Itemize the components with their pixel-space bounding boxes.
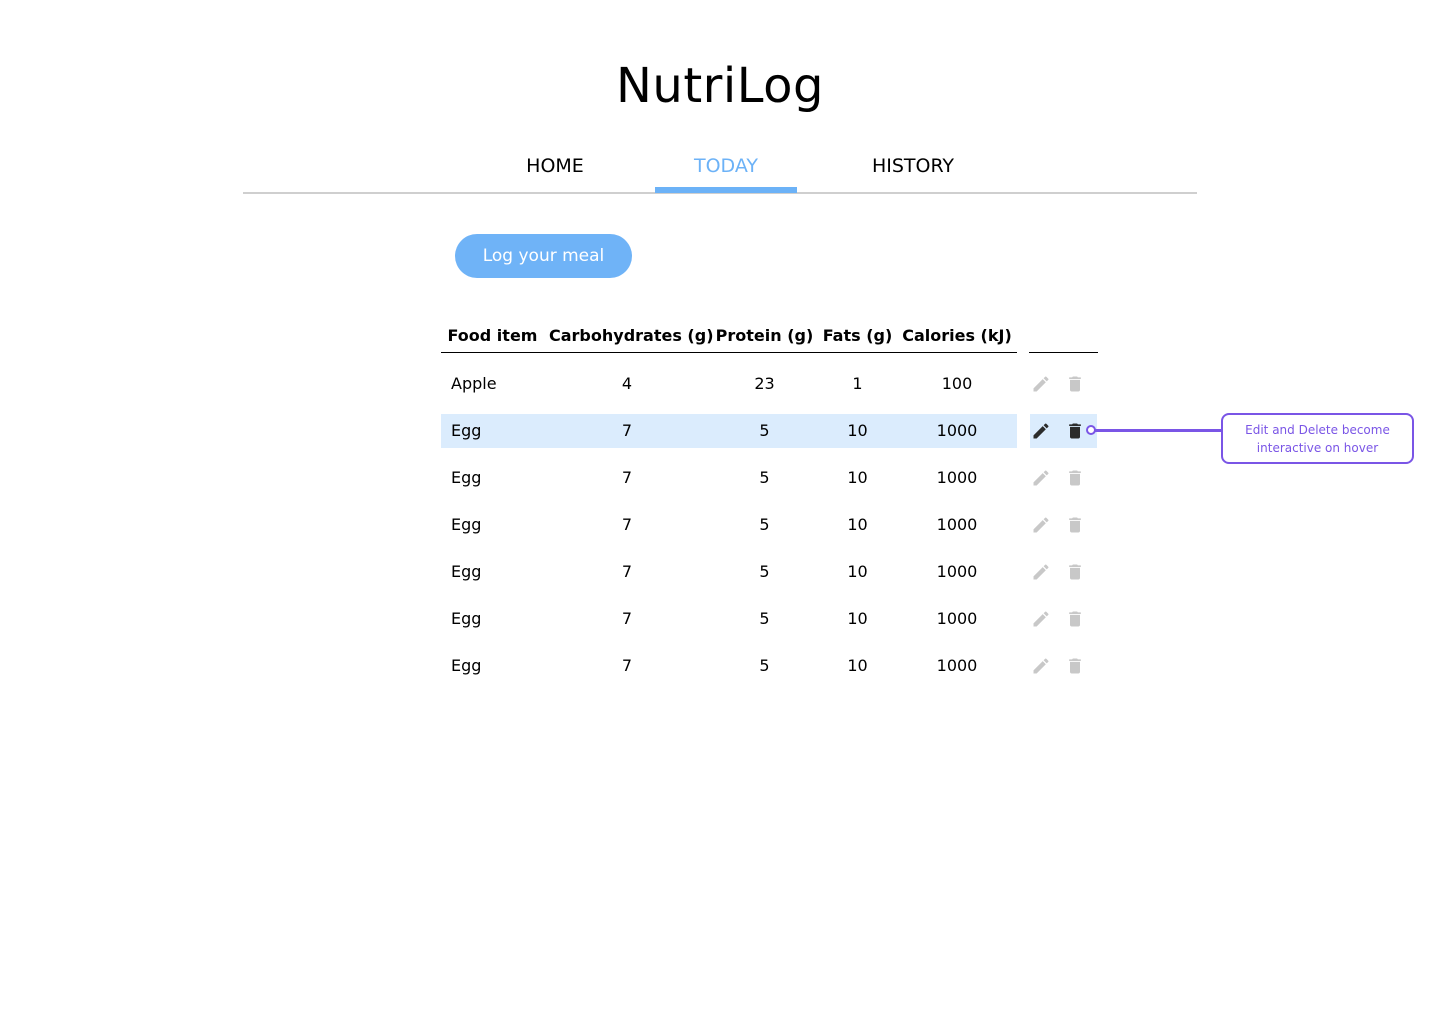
- annotation-anchor: [1086, 425, 1096, 435]
- column-header-carbohydrates: Carbohydrates (g): [549, 326, 714, 345]
- tab-history[interactable]: HISTORY: [853, 142, 973, 190]
- cell-protein: 5: [759, 421, 770, 440]
- cell-carbohydrates: 7: [621, 515, 633, 534]
- cell-carbohydrates: 7: [621, 421, 633, 440]
- table-row[interactable]: Egg 7 5 10 1000: [441, 508, 1017, 542]
- cell-carbohydrates: 4: [621, 374, 633, 393]
- cell-fats: 10: [847, 515, 868, 534]
- cell-protein: 5: [759, 609, 770, 628]
- cell-protein: 5: [759, 656, 770, 675]
- cell-fats: 10: [847, 468, 868, 487]
- cell-protein: 5: [759, 515, 770, 534]
- pencil-icon[interactable]: [1031, 468, 1051, 488]
- annotation-note: Edit and Delete become interactive on ho…: [1221, 413, 1414, 464]
- cell-calories: 1000: [936, 656, 978, 675]
- cell-protein: 5: [759, 468, 770, 487]
- cell-carbohydrates: 7: [621, 609, 633, 628]
- cell-fats: 1: [852, 374, 863, 393]
- nav-tabs: HOME TODAY HISTORY: [243, 142, 1197, 194]
- cell-food-item: Egg: [451, 609, 482, 628]
- table-row[interactable]: Egg 7 5 10 1000: [441, 414, 1017, 448]
- trash-icon[interactable]: [1065, 515, 1085, 535]
- pencil-icon[interactable]: [1031, 609, 1051, 629]
- pencil-icon[interactable]: [1031, 656, 1051, 676]
- trash-icon[interactable]: [1065, 609, 1085, 629]
- cell-carbohydrates: 7: [621, 468, 633, 487]
- cell-food-item: Egg: [451, 562, 482, 581]
- trash-icon[interactable]: [1065, 421, 1085, 441]
- cell-fats: 10: [847, 609, 868, 628]
- cell-carbohydrates: 7: [621, 656, 633, 675]
- column-header-calories: Calories (kJ): [902, 326, 1012, 345]
- cell-calories: 1000: [936, 468, 978, 487]
- cell-fats: 10: [847, 656, 868, 675]
- row-actions: [1030, 555, 1097, 589]
- pencil-icon[interactable]: [1031, 515, 1051, 535]
- cell-calories: 1000: [936, 515, 978, 534]
- trash-icon[interactable]: [1065, 562, 1085, 582]
- tab-today[interactable]: TODAY: [655, 142, 797, 193]
- tab-home[interactable]: HOME: [501, 142, 609, 190]
- table-row[interactable]: Apple 4 23 1 100: [441, 367, 1017, 401]
- cell-calories: 1000: [936, 562, 978, 581]
- row-actions: [1030, 367, 1097, 401]
- column-header-food-item: Food item: [447, 326, 538, 345]
- column-header-protein: Protein (g): [715, 326, 814, 345]
- cell-food-item: Egg: [451, 421, 482, 440]
- annotation-connector: [1095, 429, 1222, 432]
- cell-food-item: Egg: [451, 656, 482, 675]
- cell-food-item: Egg: [451, 468, 482, 487]
- column-header-fats: Fats (g): [822, 326, 893, 345]
- cell-food-item: Egg: [451, 515, 482, 534]
- pencil-icon[interactable]: [1031, 421, 1051, 441]
- table-row[interactable]: Egg 7 5 10 1000: [441, 555, 1017, 589]
- cell-food-item: Apple: [451, 374, 497, 393]
- trash-icon[interactable]: [1065, 374, 1085, 394]
- app-title: NutriLog: [616, 58, 824, 114]
- table-row[interactable]: Egg 7 5 10 1000: [441, 461, 1017, 495]
- trash-icon[interactable]: [1065, 656, 1085, 676]
- row-actions: [1030, 508, 1097, 542]
- row-actions: [1030, 602, 1097, 636]
- row-actions: [1030, 649, 1097, 683]
- cell-fats: 10: [847, 562, 868, 581]
- table-row[interactable]: Egg 7 5 10 1000: [441, 649, 1017, 683]
- actions-column-header: [1029, 318, 1098, 353]
- row-actions: [1030, 461, 1097, 495]
- cell-protein: 23: [754, 374, 775, 393]
- table-row[interactable]: Egg 7 5 10 1000: [441, 602, 1017, 636]
- trash-icon[interactable]: [1065, 468, 1085, 488]
- cell-calories: 1000: [936, 421, 978, 440]
- cell-protein: 5: [759, 562, 770, 581]
- cell-carbohydrates: 7: [621, 562, 633, 581]
- pencil-icon[interactable]: [1031, 374, 1051, 394]
- table-header: Food item Carbohydrates (g) Protein (g) …: [441, 318, 1017, 353]
- pencil-icon[interactable]: [1031, 562, 1051, 582]
- cell-calories: 1000: [936, 609, 978, 628]
- log-meal-button[interactable]: Log your meal: [455, 234, 632, 278]
- cell-calories: 100: [941, 374, 973, 393]
- cell-fats: 10: [847, 421, 868, 440]
